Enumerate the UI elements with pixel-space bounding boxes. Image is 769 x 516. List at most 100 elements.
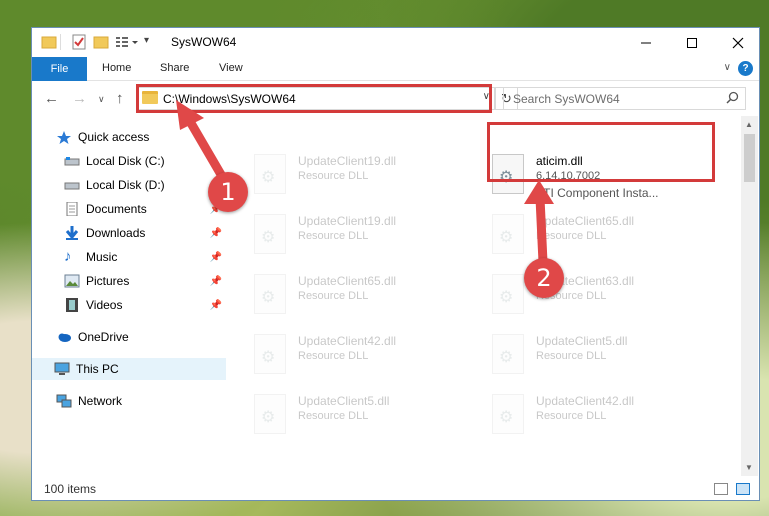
large-icons-view-icon[interactable] — [736, 483, 750, 495]
file-item[interactable]: UpdateClient5.dll Resource DLL — [254, 390, 484, 440]
sidebar-item-label: Quick access — [78, 130, 150, 144]
maximize-button[interactable] — [669, 28, 715, 57]
file-item[interactable]: UpdateClient65.dll Resource DLL — [492, 210, 722, 260]
file-item[interactable]: UpdateClient5.dll Resource DLL — [492, 330, 722, 380]
new-folder-icon[interactable] — [92, 33, 110, 51]
dll-file-icon — [254, 334, 286, 374]
drive-icon — [64, 154, 80, 168]
sidebar-item-downloads[interactable]: Downloads 📌 — [64, 222, 226, 244]
cloud-icon — [56, 330, 72, 344]
search-placeholder: Search SysWOW64 — [513, 92, 620, 106]
pin-icon[interactable]: 📌 — [210, 228, 222, 239]
status-bar: 100 items — [32, 478, 759, 500]
qat-dropdown-icon[interactable]: ▾ — [144, 35, 149, 46]
dll-file-icon — [254, 274, 286, 314]
tab-view[interactable]: View — [219, 62, 243, 74]
sidebar-item-local-disk-d[interactable]: Local Disk (D:) — [64, 174, 226, 196]
dll-file-icon — [492, 334, 524, 374]
sidebar-item-label: Local Disk (D:) — [86, 178, 165, 192]
file-name: UpdateClient19.dll — [298, 214, 397, 228]
dll-file-icon — [492, 394, 524, 434]
window-title: SysWOW64 — [171, 35, 237, 49]
sidebar-item-label: Network — [78, 394, 123, 408]
sidebar-item-label: This PC — [76, 362, 119, 376]
minimize-button[interactable] — [623, 28, 669, 57]
dll-file-icon — [254, 154, 286, 194]
sidebar-item-label: Local Disk (C:) — [86, 154, 165, 168]
sidebar-item-this-pc[interactable]: This PC — [32, 358, 226, 380]
file-name: UpdateClient19.dll — [298, 154, 397, 168]
file-name: UpdateClient5.dll — [298, 394, 390, 408]
tab-file[interactable]: File — [32, 57, 87, 81]
network-icon — [56, 394, 72, 408]
file-name: UpdateClient5.dll — [536, 334, 628, 348]
file-item[interactable]: UpdateClient19.dll Resource DLL — [254, 210, 484, 260]
callout-badge-2: 2 — [524, 258, 564, 298]
search-input[interactable]: Search SysWOW64 — [503, 87, 746, 110]
file-name: UpdateClient42.dll — [536, 394, 635, 408]
sidebar-item-label: Videos — [86, 298, 123, 312]
sidebar-item-label: Documents — [86, 202, 147, 216]
file-type: Resource DLL — [298, 170, 369, 182]
help-icon[interactable]: ? — [738, 61, 753, 76]
up-arrow-icon[interactable]: ↑ — [116, 90, 124, 107]
file-type: Resource DLL — [298, 230, 369, 242]
sidebar-item-label: Downloads — [86, 226, 146, 240]
pin-icon[interactable]: 📌 — [210, 252, 222, 263]
film-icon — [64, 298, 80, 312]
pin-icon[interactable]: 📌 — [210, 276, 222, 287]
file-item[interactable]: UpdateClient42.dll Resource DLL — [492, 390, 722, 440]
sidebar-item-quick-access[interactable]: Quick access — [56, 126, 226, 148]
address-bar-highlight — [136, 84, 492, 113]
vertical-scrollbar[interactable]: ▲ ▼ — [741, 116, 758, 476]
file-item[interactable]: UpdateClient19.dll Resource DLL — [254, 150, 484, 200]
expand-ribbon-icon[interactable]: ∨ — [724, 62, 731, 73]
dll-file-icon — [492, 214, 524, 254]
drive-icon — [64, 178, 80, 192]
scrollbar-thumb[interactable] — [744, 134, 755, 182]
file-name: UpdateClient42.dll — [298, 334, 397, 348]
star-icon — [56, 130, 72, 144]
file-type: Resource DLL — [298, 290, 369, 302]
download-arrow-icon — [64, 226, 80, 240]
tab-share[interactable]: Share — [160, 62, 189, 74]
sidebar-item-label: Music — [86, 250, 118, 264]
folder-icon — [40, 33, 58, 51]
file-item[interactable]: UpdateClient42.dll Resource DLL — [254, 330, 484, 380]
tab-home[interactable]: Home — [102, 62, 131, 74]
document-icon — [64, 201, 80, 217]
file-name: UpdateClient65.dll — [298, 274, 397, 288]
details-view-icon[interactable] — [714, 483, 728, 495]
dll-file-icon — [254, 214, 286, 254]
customize-qat-icon[interactable] — [114, 33, 138, 51]
close-button[interactable] — [715, 28, 761, 57]
scroll-down-icon[interactable]: ▼ — [745, 463, 753, 472]
item-count: 100 items — [44, 482, 97, 496]
computer-icon — [54, 362, 70, 376]
sidebar-item-onedrive[interactable]: OneDrive — [56, 326, 226, 348]
recent-locations-icon[interactable]: ∨ — [98, 94, 105, 105]
pin-icon[interactable]: 📌 — [210, 300, 222, 311]
file-description: ATI Component Insta... — [536, 186, 659, 200]
file-name: UpdateClient65.dll — [536, 214, 635, 228]
file-item[interactable]: UpdateClient65.dll Resource DLL — [254, 270, 484, 320]
forward-arrow-icon[interactable]: → — [72, 90, 87, 107]
scroll-up-icon[interactable]: ▲ — [745, 120, 753, 129]
file-type: Resource DLL — [536, 410, 607, 422]
navigation-pane: Quick access Local Disk (C:) Local Disk … — [32, 116, 228, 476]
sidebar-item-local-disk-c[interactable]: Local Disk (C:) — [64, 150, 226, 172]
back-arrow-icon[interactable]: ← — [44, 90, 59, 107]
sidebar-item-network[interactable]: Network — [56, 390, 226, 412]
properties-icon[interactable] — [70, 33, 88, 51]
picture-icon — [64, 274, 80, 288]
sidebar-item-pictures[interactable]: Pictures 📌 — [64, 270, 226, 292]
file-type: Resource DLL — [536, 350, 607, 362]
music-note-icon: ♪ — [64, 248, 72, 265]
dll-file-icon — [492, 274, 524, 314]
file-highlight — [487, 122, 715, 182]
sidebar-item-music[interactable]: ♪ Music 📌 — [64, 246, 226, 268]
file-type: Resource DLL — [298, 410, 369, 422]
ribbon-tabs: File Home Share View ∨ ? — [32, 57, 759, 81]
sidebar-item-documents[interactable]: Documents 📌 — [64, 198, 226, 220]
sidebar-item-videos[interactable]: Videos 📌 — [64, 294, 226, 316]
